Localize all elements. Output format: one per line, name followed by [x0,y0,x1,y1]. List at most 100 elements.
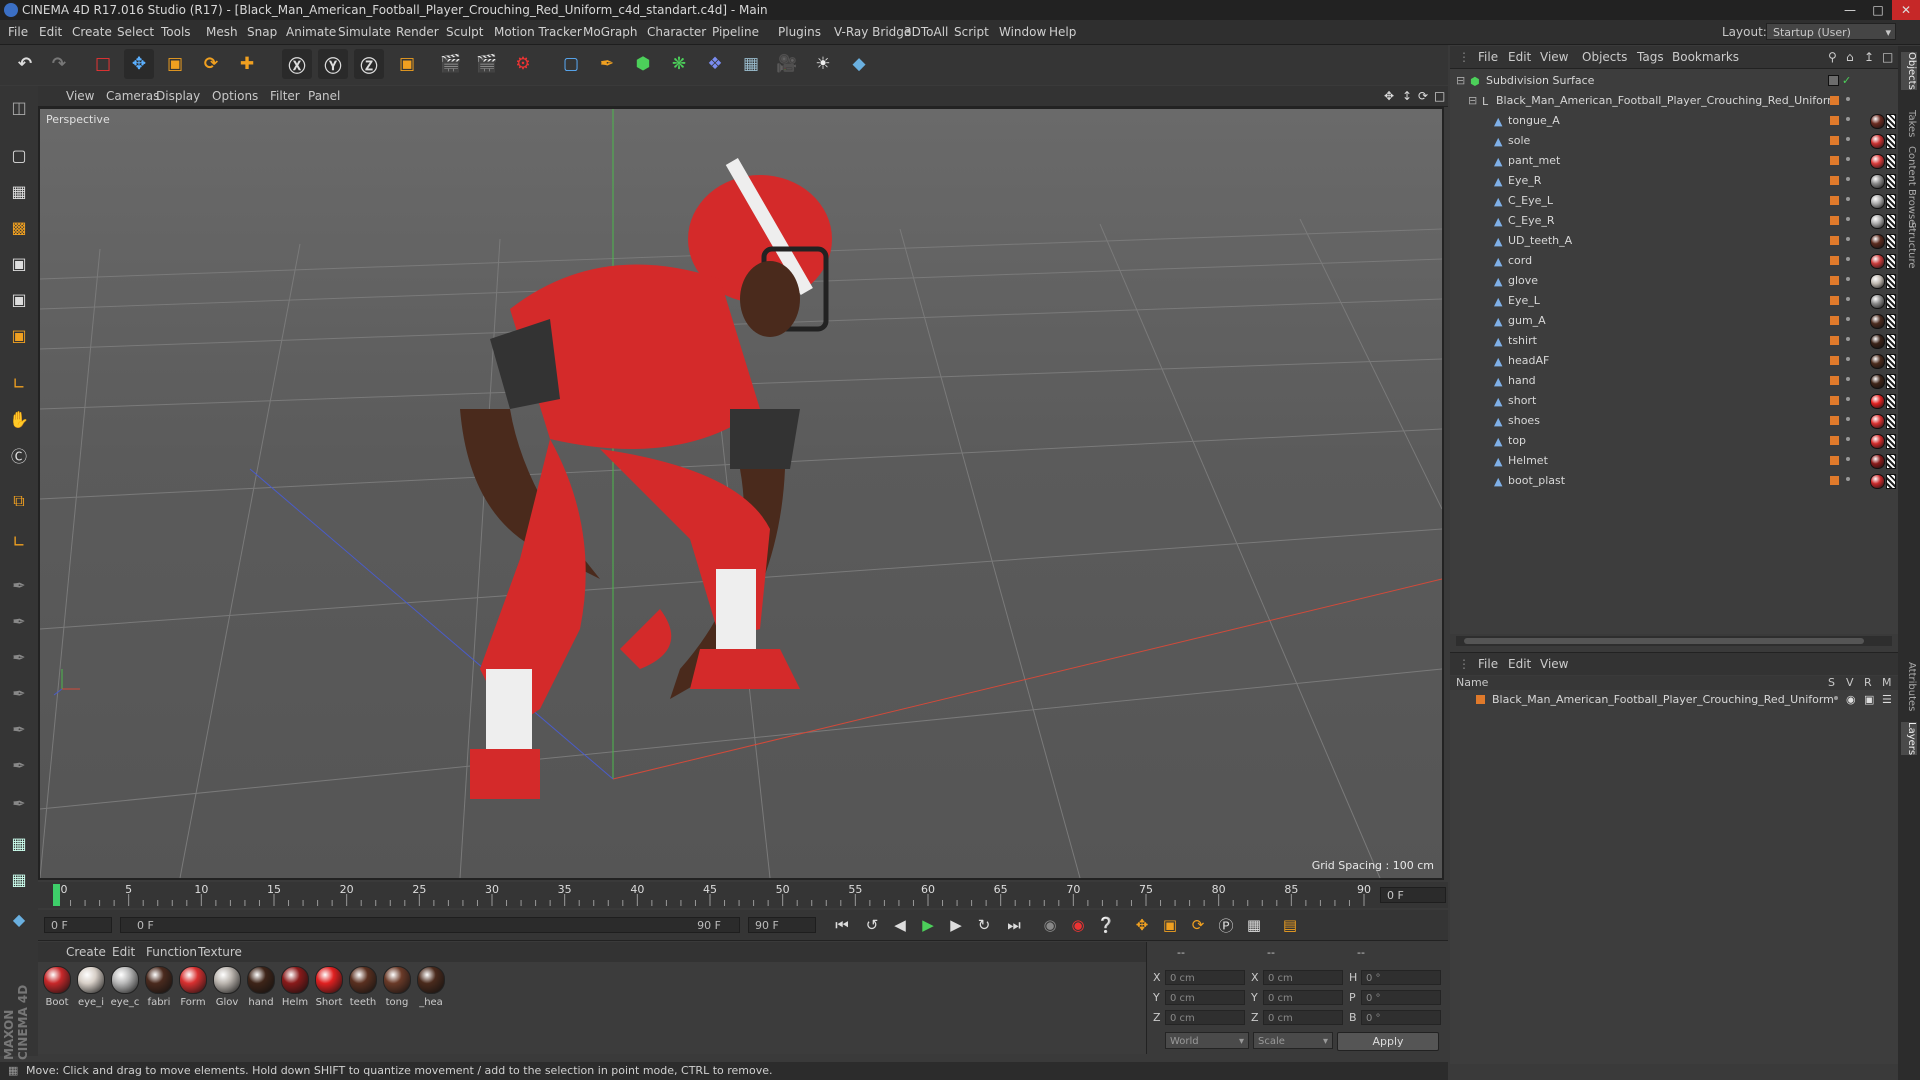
visibility-dot[interactable] [1846,377,1850,381]
render-view-icon[interactable]: 🎬 [436,49,466,79]
render-settings-icon[interactable]: ⚙ [508,49,538,79]
visibility-dot[interactable] [1846,197,1850,201]
menu-animate[interactable]: Animate [286,20,336,44]
layer-solo-dot[interactable] [1834,696,1838,700]
collapse-icon[interactable]: ⊟ [1468,94,1477,107]
menu-help[interactable]: Help [1049,20,1076,44]
menu-v-ray-bridge[interactable]: V-Ray Bridge [834,20,911,44]
move-tool-icon[interactable]: ✥ [124,49,154,79]
axis-mode-icon[interactable]: ∟ [4,368,34,398]
visibility-dot[interactable] [1846,477,1850,481]
solo-column-header[interactable]: S [1828,676,1835,689]
timeline-window-icon[interactable]: ▤ [1278,914,1302,936]
y-axis-lock-icon[interactable]: Ⓨ [318,49,348,79]
layer-color-swatch[interactable] [1830,416,1839,425]
material-thumbnail[interactable]: tong [382,966,412,1008]
material-tag-icon[interactable] [1870,474,1885,489]
layer-color-swatch[interactable] [1830,376,1839,385]
spline-pen-icon[interactable]: ✒ [592,49,622,79]
rotate-tool-icon[interactable]: ⟳ [196,49,226,79]
material-thumbnail[interactable]: teeth [348,966,378,1008]
material-tag-icon[interactable] [1870,454,1885,469]
object-menu-tags[interactable]: Tags [1637,46,1664,68]
layer-color-swatch[interactable] [1830,456,1839,465]
visibility-dot[interactable] [1846,257,1850,261]
menu-edit[interactable]: Edit [39,20,62,44]
object-row[interactable]: ▲ short [1450,391,1898,411]
object-new-window-icon[interactable]: □ [1882,46,1893,68]
viewport-menu-panel[interactable]: Panel [308,86,340,106]
object-row-group[interactable]: ⊟ L Black_Man_American_Football_Player_C… [1450,91,1898,111]
object-row[interactable]: ▲ C_Eye_L [1450,191,1898,211]
play-icon[interactable]: ▶ [916,914,940,936]
object-row[interactable]: ▲ Eye_R [1450,171,1898,191]
object-row[interactable]: ▲ boot_plast [1450,471,1898,491]
object-row[interactable]: ▲ C_Eye_R [1450,211,1898,231]
object-row[interactable]: ▲ headAF [1450,351,1898,371]
live-selection-icon[interactable]: □ [88,49,118,79]
visibility-dot[interactable] [1846,417,1850,421]
material-thumbnail[interactable]: Boot [42,966,72,1008]
coord-value-field[interactable]: 0 cm [1165,1010,1245,1025]
layer-color-swatch[interactable] [1830,96,1839,105]
next-frame-icon[interactable]: ▶ [944,914,968,936]
layer-color-swatch[interactable] [1830,236,1839,245]
visibility-dot[interactable] [1846,457,1850,461]
sculpt-brush-5-icon[interactable]: ✒ [4,714,34,744]
make-editable-icon[interactable]: ◫ [4,92,34,122]
object-row[interactable]: ▲ tongue_A [1450,111,1898,131]
object-row[interactable]: ▲ hand [1450,371,1898,391]
sculpt-brush-2-icon[interactable]: ✒ [4,606,34,636]
object-row[interactable]: ▲ tshirt [1450,331,1898,351]
next-key-icon[interactable]: ↻ [972,914,996,936]
magnet-icon[interactable]: ⧉ [4,486,34,516]
menu-window[interactable]: Window [999,20,1046,44]
menu-file[interactable]: File [8,20,28,44]
layer-color-swatch[interactable] [1830,436,1839,445]
object-menu-view[interactable]: View [1540,46,1568,68]
texture-tag-icon[interactable] [1886,154,1896,169]
rotation-key-icon[interactable]: ⟳ [1186,914,1210,936]
material-tag-icon[interactable] [1870,274,1885,289]
coord-value-field[interactable]: 0 cm [1263,990,1343,1005]
previous-key-icon[interactable]: ↺ [860,914,884,936]
material-tag-icon[interactable] [1870,314,1885,329]
visibility-dot[interactable] [1846,297,1850,301]
menu-create[interactable]: Create [72,20,112,44]
material-menu-edit[interactable]: Edit [112,942,135,962]
collapse-icon[interactable]: ⊟ [1456,74,1465,87]
menu-simulate[interactable]: Simulate [338,20,391,44]
tweak-mode-icon[interactable]: ✋ [4,404,34,434]
material-tag-icon[interactable] [1870,394,1885,409]
material-tag-icon[interactable] [1870,354,1885,369]
viewport-zoom-icon[interactable]: ↕ [1402,86,1412,106]
point-level-animation-icon[interactable]: ▦ [1242,914,1266,936]
object-search-icon[interactable]: ⚲ [1828,46,1837,68]
transform-tool-icon[interactable]: ✚ [232,49,262,79]
model-mode-icon[interactable]: ▢ [4,140,34,170]
go-to-start-icon[interactable]: ⏮ [830,914,854,936]
object-up-icon[interactable]: ↥ [1864,46,1874,68]
object-row[interactable]: ▲ glove [1450,271,1898,291]
cube-primitive-icon[interactable]: ▢ [556,49,586,79]
viewport-menu-view[interactable]: View [66,86,94,106]
layer-menu-view[interactable]: View [1540,653,1568,675]
layer-color-swatch[interactable] [1830,196,1839,205]
object-row[interactable]: ▲ Helmet [1450,451,1898,471]
apply-button[interactable]: Apply [1337,1032,1439,1051]
menu-sculpt[interactable]: Sculpt [446,20,483,44]
texture-tag-icon[interactable] [1886,474,1896,489]
menu-pipeline[interactable]: Pipeline [712,20,759,44]
visibility-dot[interactable] [1846,177,1850,181]
object-row[interactable]: ▲ pant_met [1450,151,1898,171]
menu-tools[interactable]: Tools [161,20,191,44]
menu-render[interactable]: Render [396,20,439,44]
scale-key-icon[interactable]: ▣ [1158,914,1182,936]
close-button[interactable]: ✕ [1892,0,1920,20]
object-menu-bookmarks[interactable]: Bookmarks [1672,46,1739,68]
points-mode-icon[interactable]: ▣ [4,248,34,278]
position-key-icon[interactable]: ✥ [1130,914,1154,936]
visibility-dot[interactable] [1846,357,1850,361]
texture-tag-icon[interactable] [1886,414,1896,429]
texture-tag-icon[interactable] [1886,334,1896,349]
